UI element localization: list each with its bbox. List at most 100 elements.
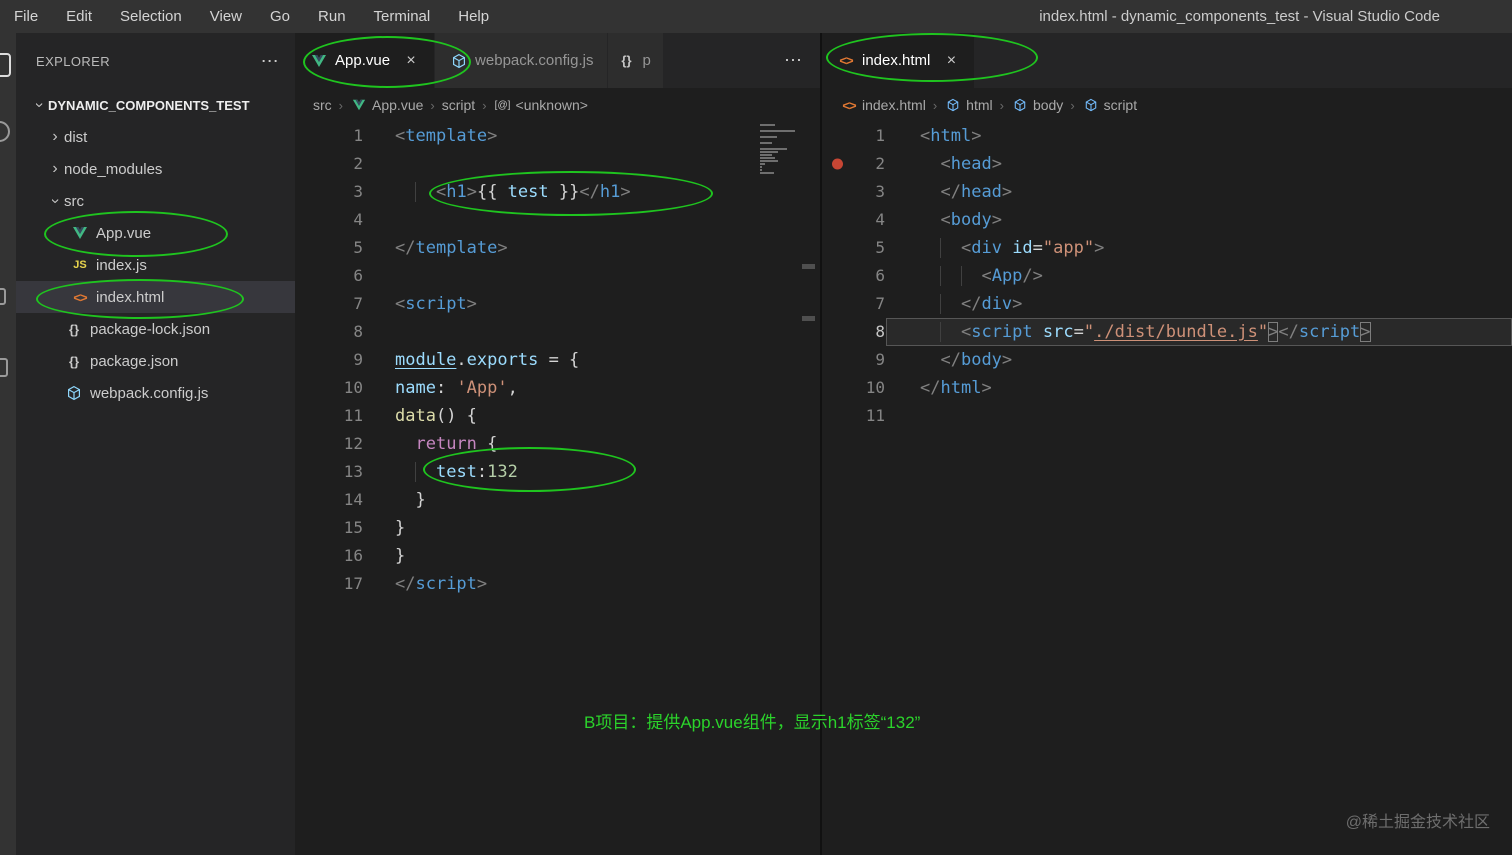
code-line[interactable]: 11 data() { [295, 402, 820, 430]
code-line[interactable]: 14 } [295, 486, 820, 514]
explorer-header: EXPLORER ⋯ [16, 33, 295, 89]
code-line[interactable]: 16} [295, 542, 820, 570]
code-line[interactable]: 6 <App/> [822, 262, 1512, 290]
code-line[interactable]: 13 test:132 [295, 458, 820, 486]
file-label: package.json [90, 352, 179, 370]
tab-index-html[interactable]: <> index.html × [822, 33, 976, 88]
line-number: 9 [875, 350, 885, 369]
breadcrumb-item-app-vue[interactable]: App.vue [350, 97, 423, 113]
explorer-item-src[interactable]: › src [16, 185, 295, 217]
explorer-item-dist[interactable]: › dist [16, 121, 295, 153]
tab-app-vue[interactable]: App.vue × [295, 33, 436, 88]
code-line-content: <html> [920, 126, 982, 146]
code-line-content: return { [415, 434, 498, 454]
breadcrumb-item-unknown[interactable]: [@] <unknown> [494, 97, 588, 113]
file-label: node_modules [64, 160, 163, 178]
menu-item-file[interactable]: File [0, 0, 52, 33]
code-line[interactable]: 2 <head> [822, 150, 1512, 178]
line-number: 12 [343, 434, 363, 453]
minimap[interactable] [760, 124, 800, 175]
breakpoint-dot[interactable] [832, 158, 843, 170]
window-title: index.html - dynamic_components_test - V… [1039, 8, 1440, 25]
code-line[interactable]: 1 <html> [822, 122, 1512, 150]
explorer-item-webpack-config-js[interactable]: webpack.config.js [16, 377, 295, 409]
menu-item-go[interactable]: Go [256, 0, 304, 33]
breadcrumb-separator: › [932, 97, 938, 113]
menu-item-edit[interactable]: Edit [52, 0, 106, 33]
code-line[interactable]: 3 </head> [822, 178, 1512, 206]
explorer-root-folder[interactable]: › DYNAMIC_COMPONENTS_TEST [16, 89, 295, 121]
html-icon: <> [73, 289, 87, 305]
code-line[interactable]: 9 </body> [822, 346, 1512, 374]
code-line[interactable]: 5 </template> [295, 234, 820, 262]
tab-label: index.html [862, 52, 931, 69]
code-line[interactable]: 2 [295, 150, 820, 178]
breadcrumb-item-body[interactable]: body [1011, 97, 1063, 113]
code-line[interactable]: 9 module.exports = { [295, 346, 820, 374]
code-line[interactable]: 8 <script src="./dist/bundle.js"></scrip… [822, 318, 1512, 346]
explorer-item-package-json[interactable]: {} package.json [16, 345, 295, 377]
tab-webpack-config-js[interactable]: webpack.config.js [435, 33, 609, 88]
code-line[interactable]: 10 </html> [822, 374, 1512, 402]
breadcrumb-item-index-html[interactable]: <> index.html [840, 97, 925, 113]
code-line-content: <script src="./dist/bundle.js"></script> [920, 318, 1371, 346]
code-line-content: name: 'App', [395, 378, 518, 398]
menu-item-terminal[interactable]: Terminal [360, 0, 445, 33]
code-line[interactable]: 11 [822, 402, 1512, 430]
explorer-item-index-html[interactable]: <> index.html [16, 281, 295, 313]
js-icon: JS [73, 259, 87, 271]
json-icon: {} [68, 353, 80, 369]
breadcrumb-separator: › [999, 97, 1004, 113]
code-line[interactable]: 17 </script> [295, 570, 820, 598]
close-icon[interactable]: × [942, 52, 960, 70]
code-line[interactable]: 3 <h1>{{ test }}</h1> [295, 178, 820, 206]
code-line[interactable]: 12 return { [295, 430, 820, 458]
menu-item-view[interactable]: View [196, 0, 256, 33]
code-editor-app-vue[interactable]: 1 <template> 2 3 <h1>{{ test }}</h1> 4 5 </tem… [295, 122, 820, 855]
code-line[interactable]: 4 <body> [822, 206, 1512, 234]
explorer-item-app-vue[interactable]: App.vue [16, 217, 295, 249]
menu-item-help[interactable]: Help [444, 0, 503, 33]
code-line-content: } [395, 546, 406, 566]
breadcrumb-label: src [313, 97, 332, 113]
code-line[interactable]: 5 <div id="app"> [822, 234, 1512, 262]
code-line[interactable]: 10 name: 'App', [295, 374, 820, 402]
code-line[interactable]: 6 [295, 262, 820, 290]
code-line[interactable]: 7 </div> [822, 290, 1512, 318]
line-number: 4 [353, 210, 363, 229]
code-line[interactable]: 4 [295, 206, 820, 234]
close-icon[interactable]: × [402, 52, 420, 70]
activity-bar[interactable] [0, 33, 16, 855]
line-number: 6 [353, 266, 363, 285]
code-line[interactable]: 15} [295, 514, 820, 542]
code-line-content: <h1>{{ test }}</h1> [395, 178, 631, 206]
explorer-item-index-js[interactable]: JS index.js [16, 249, 295, 281]
menu-item-run[interactable]: Run [304, 0, 360, 33]
breadcrumb-item-html[interactable]: html [944, 97, 993, 113]
debug-activity-icon [0, 288, 6, 305]
line-number: 17 [343, 574, 363, 593]
code-line-content: <App/> [920, 262, 1042, 290]
code-line[interactable]: 1 <template> [295, 122, 820, 150]
explorer-item-package-lock-json[interactable]: {} package-lock.json [16, 313, 295, 345]
line-number: 1 [875, 126, 885, 145]
breadcrumb-item-script[interactable]: script [442, 97, 475, 113]
line-number: 6 [875, 266, 885, 285]
breadcrumb-item-src[interactable]: src [313, 97, 332, 113]
explorer-item-node-modules[interactable]: › node_modules [16, 153, 295, 185]
line-number: 1 [353, 126, 363, 145]
code-line[interactable]: 8 [295, 318, 820, 346]
explorer-more-button[interactable]: ⋯ [261, 51, 279, 72]
tab-p[interactable]: {} p [608, 33, 665, 88]
breadcrumb-label: script [1103, 97, 1138, 113]
line-number: 9 [353, 350, 363, 369]
breadcrumb-item-script[interactable]: script [1082, 97, 1137, 113]
editor-actions-button[interactable]: ⋯ [766, 50, 820, 71]
search-activity-icon [0, 121, 10, 142]
code-editor-index-html[interactable]: 1 <html> 2 <head> 3 </head> 4 <body> 5 <div i… [822, 122, 1512, 855]
menu-item-selection[interactable]: Selection [106, 0, 196, 33]
code-line-content: <head> [940, 154, 1002, 174]
extensions-activity-icon [0, 358, 8, 377]
code-line[interactable]: 7 <script> [295, 290, 820, 318]
vue-icon [70, 224, 90, 242]
